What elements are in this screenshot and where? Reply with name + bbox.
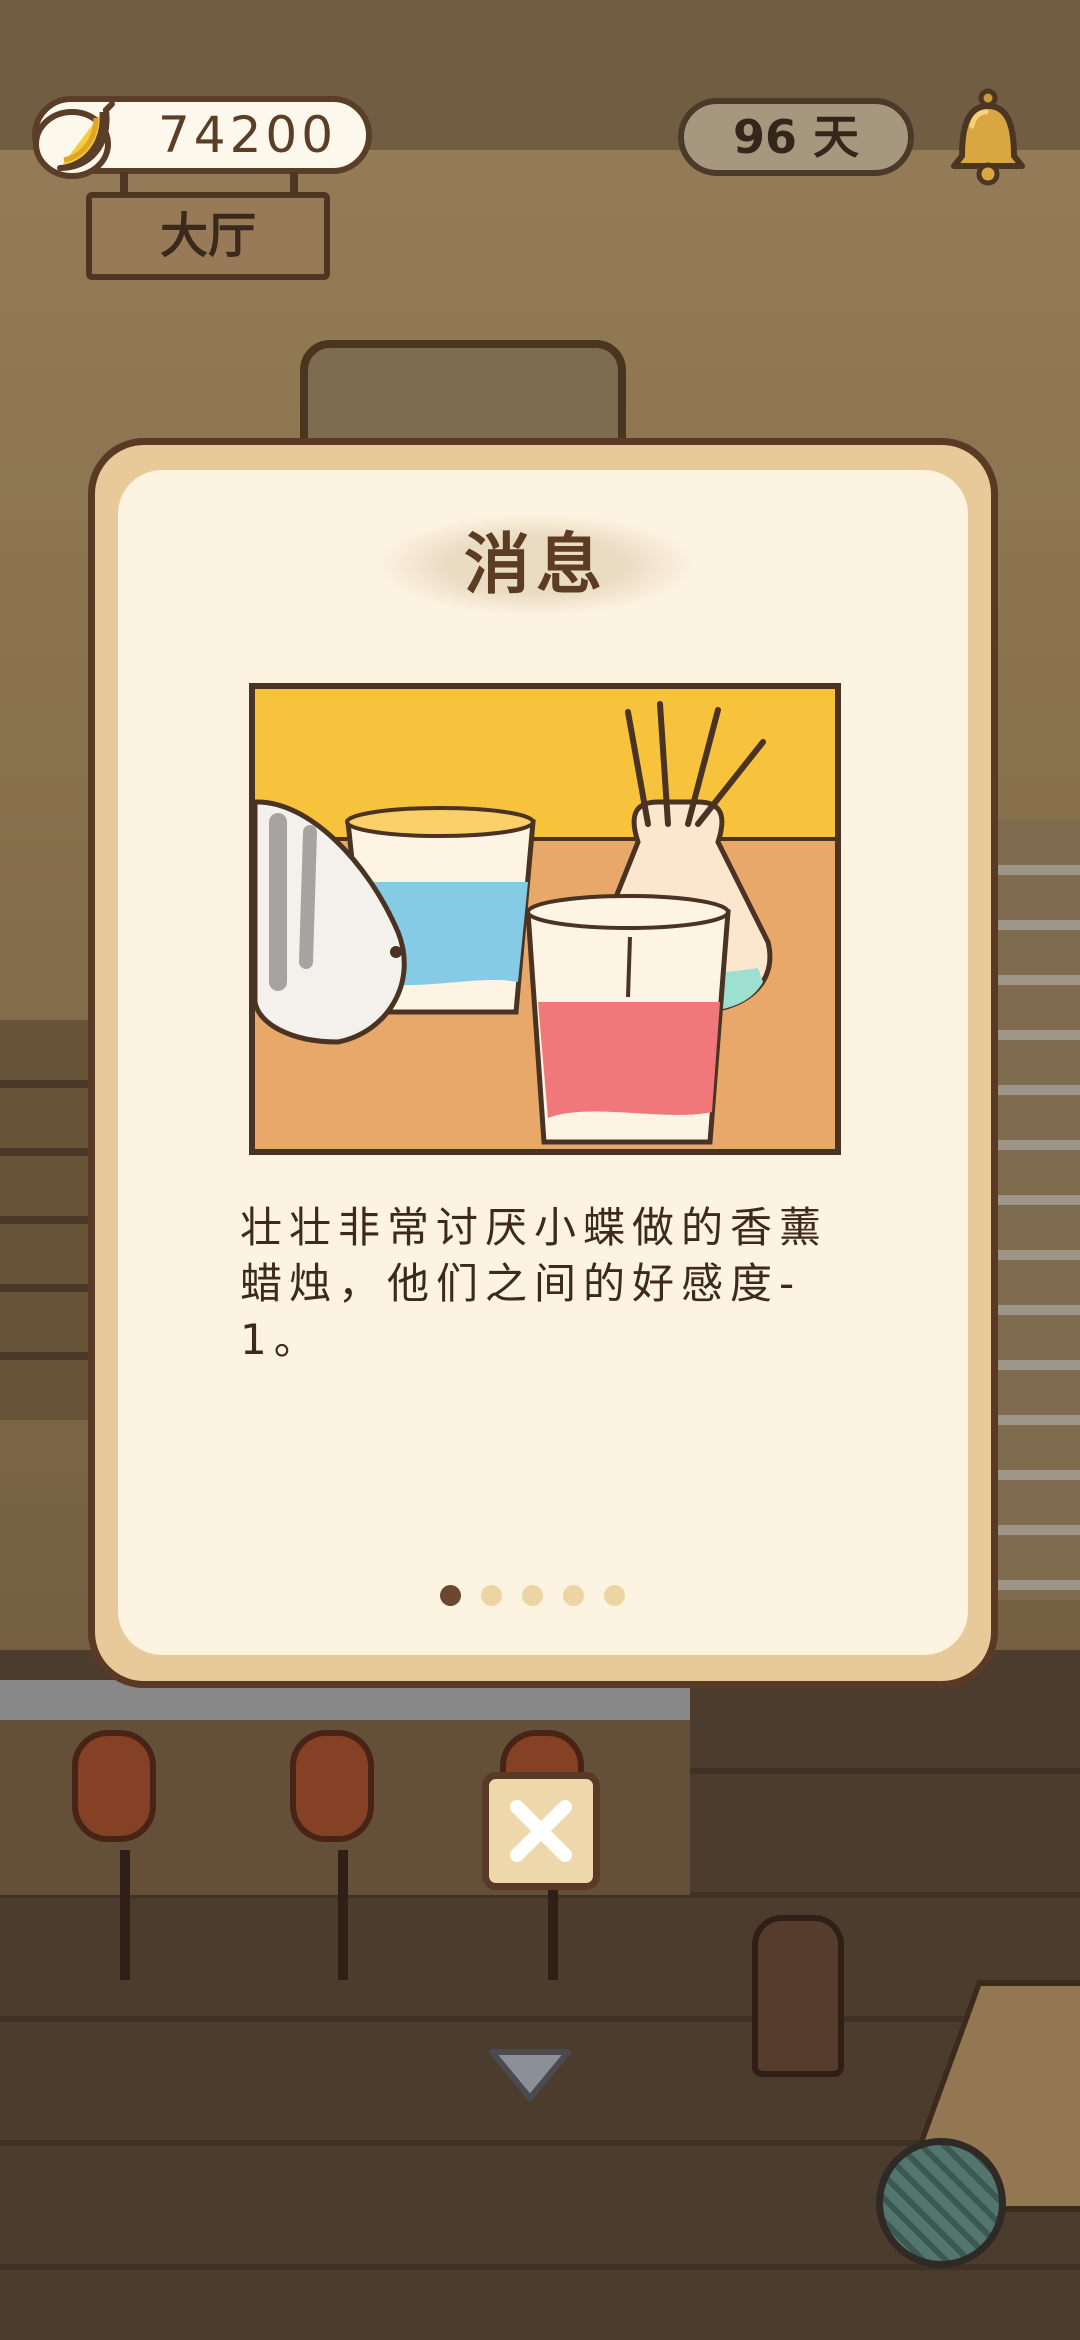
room-name-sign: 大厅 <box>86 192 330 280</box>
page-dot[interactable] <box>604 1585 625 1606</box>
yarn-ball-icon[interactable] <box>876 2138 1006 2268</box>
page-dot[interactable] <box>522 1585 543 1606</box>
banana-icon <box>33 101 115 179</box>
close-button[interactable] <box>482 1772 600 1890</box>
day-counter: 96 天 <box>678 98 914 176</box>
chevron-down-icon[interactable] <box>484 2044 576 2106</box>
page-indicator[interactable] <box>440 1585 625 1609</box>
page-dot[interactable] <box>563 1585 584 1606</box>
message-text: 壮壮非常讨厌小蝶做的香薰蜡烛，他们之间的好感度-1。 <box>240 1203 829 1364</box>
currency-counter[interactable]: 74200 <box>32 96 372 179</box>
bell-icon[interactable] <box>946 86 1030 186</box>
dialog-title: 消息 <box>464 526 608 603</box>
close-icon <box>510 1800 572 1862</box>
cat-paw-holding-candles-illustration <box>249 683 841 1155</box>
page-dot[interactable] <box>481 1585 502 1606</box>
currency-value: 74200 <box>158 106 338 164</box>
page-dot-active[interactable] <box>440 1585 461 1606</box>
